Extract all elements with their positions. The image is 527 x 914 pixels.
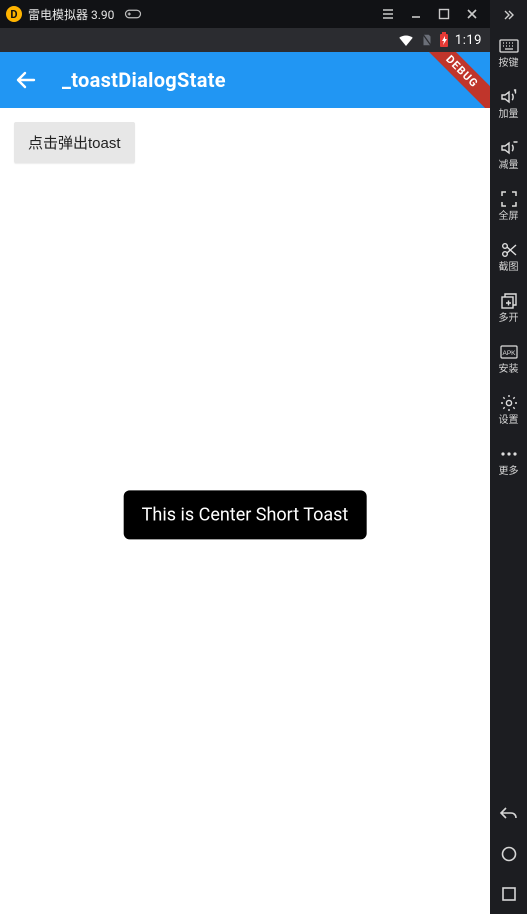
app-bar: DEBUG _toastDialogState (0, 52, 490, 108)
window-close-button[interactable] (458, 0, 486, 28)
show-toast-button[interactable]: 点击弹出toast (14, 122, 135, 163)
no-sim-icon (421, 33, 433, 47)
emulator-logo-icon: D (6, 6, 22, 22)
sidebar-tool-label: 按键 (499, 59, 519, 69)
scissors-icon (499, 240, 519, 260)
collapse-sidebar-button[interactable] (491, 0, 527, 26)
window-minimize-button[interactable] (402, 0, 430, 28)
android-recents-button[interactable] (491, 874, 527, 914)
sidebar-tool-volume-down[interactable]: 减量 (491, 128, 527, 179)
debug-ribbon: DEBUG (413, 52, 490, 108)
emulator-sidebar: 按键 加量 减量 全屏 截图 多开 APK 安装 设置 (490, 0, 527, 914)
toast-message: This is Center Short Toast (124, 490, 367, 539)
sidebar-tool-label: 加量 (499, 110, 519, 120)
multi-instance-icon (499, 291, 519, 311)
sidebar-tool-volume-up[interactable]: 加量 (491, 77, 527, 128)
keyboard-icon (499, 36, 519, 56)
gear-icon (499, 393, 519, 413)
android-back-button[interactable] (491, 794, 527, 834)
back-button[interactable] (14, 68, 38, 92)
sidebar-tool-label: 更多 (499, 467, 519, 477)
emulator-title: 雷电模拟器 3.90 (28, 6, 114, 23)
sidebar-tool-keymap[interactable]: 按键 (491, 26, 527, 77)
battery-charging-icon (439, 32, 449, 48)
sidebar-tool-label: 多开 (499, 314, 519, 324)
sidebar-tool-settings[interactable]: 设置 (491, 383, 527, 434)
fullscreen-icon (499, 189, 519, 209)
sidebar-tool-label: 安装 (499, 365, 519, 375)
sidebar-tool-label: 全屏 (499, 212, 519, 222)
volume-up-icon (499, 87, 519, 107)
gamepad-icon[interactable] (124, 7, 142, 21)
sidebar-tool-more[interactable]: 更多 (491, 434, 527, 485)
emulator-titlebar: D 雷电模拟器 3.90 (0, 0, 490, 28)
window-maximize-button[interactable] (430, 0, 458, 28)
svg-text:APK: APK (502, 350, 516, 357)
android-status-bar: 1:19 (0, 28, 490, 52)
sidebar-tool-label: 减量 (499, 161, 519, 171)
apk-install-icon: APK (499, 342, 519, 362)
more-icon (499, 444, 519, 464)
sidebar-tool-screenshot[interactable]: 截图 (491, 230, 527, 281)
status-clock: 1:19 (455, 33, 482, 48)
window-menu-button[interactable] (374, 0, 402, 28)
page-title: _toastDialogState (62, 68, 226, 92)
wifi-icon (397, 33, 415, 47)
sidebar-tool-fullscreen[interactable]: 全屏 (491, 179, 527, 230)
app-body: 点击弹出toast This is Center Short Toast (0, 108, 490, 914)
volume-down-icon (499, 138, 519, 158)
sidebar-tool-label: 截图 (499, 263, 519, 273)
sidebar-tool-label: 设置 (499, 416, 519, 426)
sidebar-tool-multi[interactable]: 多开 (491, 281, 527, 332)
android-home-button[interactable] (491, 834, 527, 874)
sidebar-tool-install[interactable]: APK 安装 (491, 332, 527, 383)
